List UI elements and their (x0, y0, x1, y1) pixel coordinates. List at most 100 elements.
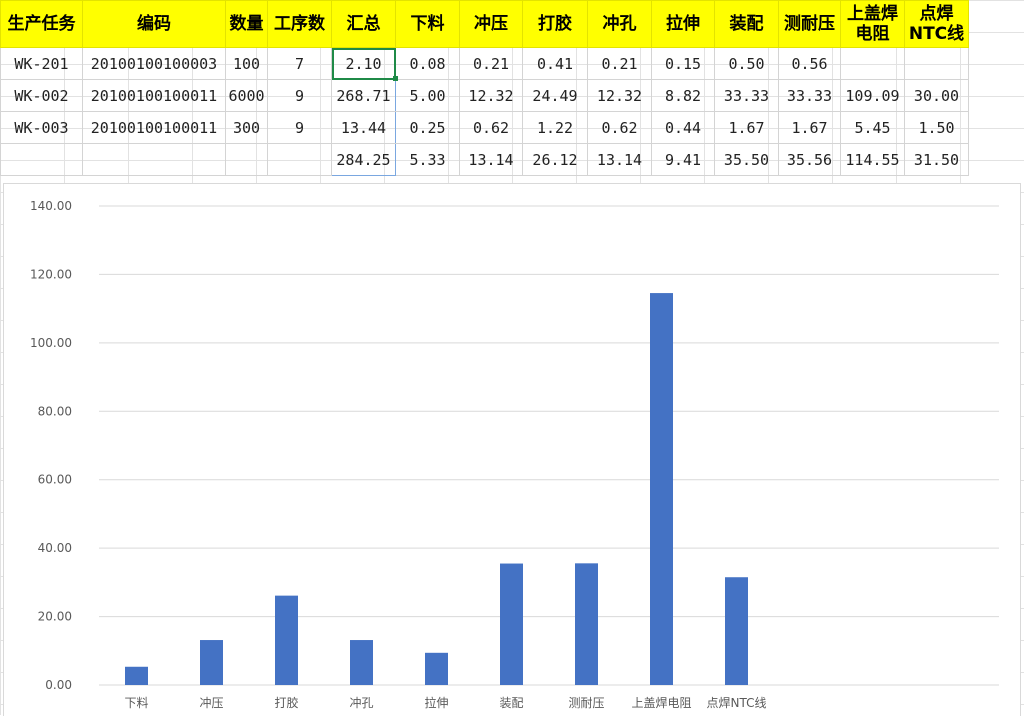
table-cell[interactable] (267, 143, 332, 176)
header-row: 生产任务 编码 数量 工序数 汇总 下料 冲压 打胶 冲孔 拉伸 装配 测耐压 上盖焊电阻 点焊NTC线 (0, 0, 969, 48)
header-cell[interactable]: 生产任务 (0, 0, 83, 48)
y-tick-label: 100.00 (30, 336, 72, 350)
table-cell[interactable]: 1.22 (522, 111, 588, 144)
table-cell[interactable] (225, 143, 268, 176)
bar[interactable] (125, 666, 148, 685)
table-cell[interactable]: 20100100100011 (82, 79, 226, 112)
fill-handle[interactable] (393, 76, 398, 81)
table-cell[interactable] (0, 143, 83, 176)
header-cell[interactable]: 装配 (714, 0, 779, 48)
data-table: 生产任务 编码 数量 工序数 汇总 下料 冲压 打胶 冲孔 拉伸 装配 测耐压 上盖焊电阻 点焊NTC线 … (0, 0, 969, 176)
table-row: 284.25 5.33 13.14 26.12 13.14 9.41 35.50 35.56 1… (0, 143, 969, 176)
table-cell[interactable]: 1.50 (904, 111, 969, 144)
table-cell[interactable]: 6000 (225, 79, 268, 112)
table-cell[interactable]: 24.49 (522, 79, 588, 112)
table-cell[interactable] (904, 47, 969, 80)
table-cell[interactable]: 1.67 (714, 111, 779, 144)
bar[interactable] (425, 652, 448, 685)
x-tick-label: 装配 (499, 696, 523, 710)
table-cell[interactable] (840, 47, 905, 80)
table-cell[interactable]: 114.55 (840, 143, 905, 176)
x-tick-label: 打胶 (274, 695, 298, 710)
table-cell[interactable]: WK-201 (0, 47, 83, 80)
table-row: WK-002 20100100100011 6000 9 268.71 5.00 12.32… (0, 79, 969, 112)
table-row: WK-201 20100100100003 100 7 2.10 0.08 0.21 0.41… (0, 47, 969, 80)
header-cell[interactable]: 下料 (395, 0, 460, 48)
y-tick-label: 60.00 (38, 473, 72, 487)
table-cell[interactable]: 0.25 (395, 111, 460, 144)
bar[interactable] (650, 293, 673, 685)
table-cell[interactable]: 109.09 (840, 79, 905, 112)
table-cell[interactable]: 26.12 (522, 143, 588, 176)
table-cell[interactable]: 20100100100011 (82, 111, 226, 144)
table-cell[interactable]: 2.10 (331, 47, 396, 80)
header-cell[interactable]: 冲压 (459, 0, 523, 48)
table-cell[interactable]: 7 (267, 47, 332, 80)
table-cell[interactable]: 12.32 (459, 79, 523, 112)
bar[interactable] (200, 640, 223, 685)
table-cell[interactable]: 8.82 (651, 79, 715, 112)
table-cell[interactable]: 1.67 (778, 111, 841, 144)
table-cell[interactable]: 12.32 (587, 79, 652, 112)
table-cell[interactable]: 9 (267, 111, 332, 144)
table-row: WK-003 20100100100011 300 9 13.44 0.25 0.62 1.2… (0, 111, 969, 144)
table-cell[interactable]: 13.14 (459, 143, 523, 176)
header-cell[interactable]: 点焊NTC线 (904, 0, 969, 48)
table-cell[interactable]: 13.14 (587, 143, 652, 176)
table-cell[interactable]: 20100100100003 (82, 47, 226, 80)
bar[interactable] (725, 577, 748, 685)
table-cell[interactable]: 9 (267, 79, 332, 112)
table-cell[interactable] (82, 143, 226, 176)
bar-chart[interactable]: 0.00 20.00 40.00 60.00 80.00 100.00 120.00 140.… (3, 183, 1021, 716)
y-tick-label: 140.00 (30, 199, 72, 213)
table-cell[interactable]: 0.21 (587, 47, 652, 80)
table-cell[interactable]: WK-002 (0, 79, 83, 112)
table-cell[interactable]: 0.21 (459, 47, 523, 80)
y-tick-label: 120.00 (30, 267, 72, 281)
table-cell[interactable]: 0.41 (522, 47, 588, 80)
x-tick-label: 下料 (124, 696, 148, 710)
bar[interactable] (350, 640, 373, 685)
y-tick-label: 80.00 (38, 404, 72, 418)
table-cell[interactable]: 5.00 (395, 79, 460, 112)
header-cell[interactable]: 上盖焊电阻 (840, 0, 905, 48)
table-cell[interactable]: 268.71 (331, 79, 396, 112)
y-tick-label: 0.00 (45, 678, 72, 692)
header-cell[interactable]: 打胶 (522, 0, 588, 48)
header-cell[interactable]: 冲孔 (587, 0, 652, 48)
bar[interactable] (575, 563, 598, 685)
table-cell[interactable]: 300 (225, 111, 268, 144)
header-cell[interactable]: 数量 (225, 0, 268, 48)
table-cell[interactable]: 33.33 (714, 79, 779, 112)
bar[interactable] (500, 563, 523, 685)
chart-svg: 0.00 20.00 40.00 60.00 80.00 100.00 120.00 140.… (30, 199, 999, 710)
header-cell[interactable]: 测耐压 (778, 0, 841, 48)
header-cell[interactable]: 编码 (82, 0, 226, 48)
y-tick-label: 40.00 (38, 541, 72, 555)
x-tick-label: 上盖焊电阻 (631, 695, 691, 710)
x-tick-label: 冲压 (199, 695, 223, 710)
table-cell[interactable]: 5.33 (395, 143, 460, 176)
table-cell[interactable]: 13.44 (331, 111, 396, 144)
header-cell[interactable]: 拉伸 (651, 0, 715, 48)
table-cell[interactable]: 0.44 (651, 111, 715, 144)
table-cell[interactable]: 5.45 (840, 111, 905, 144)
table-cell[interactable]: 0.50 (714, 47, 779, 80)
bar[interactable] (275, 595, 298, 685)
table-cell[interactable]: 0.56 (778, 47, 841, 80)
header-cell[interactable]: 汇总 (331, 0, 396, 48)
table-cell[interactable]: WK-003 (0, 111, 83, 144)
table-cell[interactable]: 9.41 (651, 143, 715, 176)
table-cell[interactable]: 0.08 (395, 47, 460, 80)
table-cell[interactable]: 0.62 (459, 111, 523, 144)
table-cell[interactable]: 0.62 (587, 111, 652, 144)
table-cell[interactable]: 0.15 (651, 47, 715, 80)
table-cell[interactable]: 30.00 (904, 79, 969, 112)
table-cell[interactable]: 284.25 (331, 143, 396, 176)
table-cell[interactable]: 33.33 (778, 79, 841, 112)
header-cell[interactable]: 工序数 (267, 0, 332, 48)
table-cell[interactable]: 35.56 (778, 143, 841, 176)
table-cell[interactable]: 100 (225, 47, 268, 80)
table-cell[interactable]: 31.50 (904, 143, 969, 176)
table-cell[interactable]: 35.50 (714, 143, 779, 176)
